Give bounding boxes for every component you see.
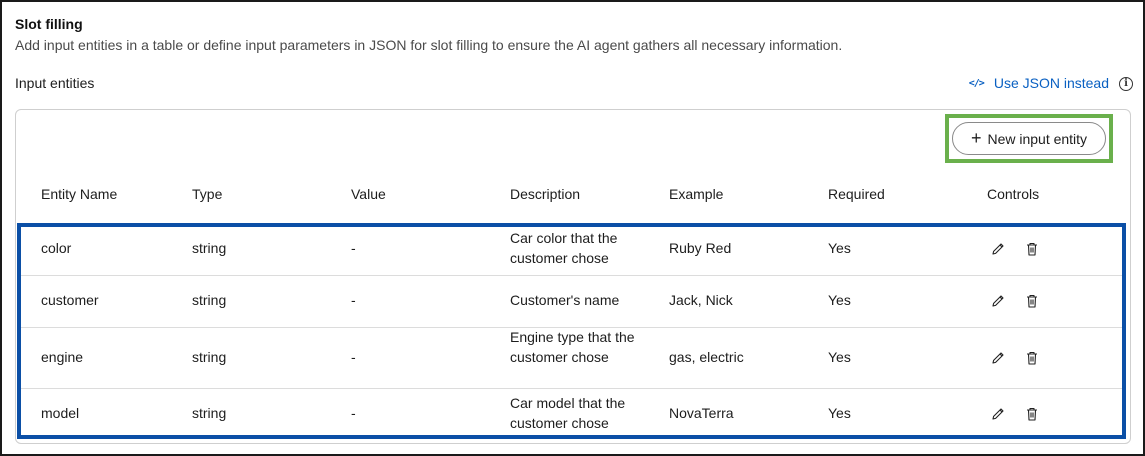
value-cell: - (351, 349, 356, 365)
type-cell: string (192, 349, 227, 365)
required-cell: Yes (828, 240, 851, 256)
example-cell: Jack, Nick (669, 292, 733, 308)
column-header-entity-name[interactable]: Entity Name (41, 186, 117, 202)
description-cell: Car color that the customer chose (510, 230, 618, 266)
column-header-type[interactable]: Type (192, 186, 222, 202)
example-cell: NovaTerra (669, 405, 734, 421)
use-json-link[interactable]: </> Use JSON instead (969, 75, 1109, 91)
code-icon: </> (968, 77, 985, 89)
description-cell: Car model that the customer chose (510, 395, 626, 431)
required-cell: Yes (828, 349, 851, 365)
type-cell: string (192, 405, 227, 421)
value-cell: - (351, 292, 356, 308)
edit-icon[interactable] (990, 241, 1006, 257)
new-input-entity-label: New input entity (987, 130, 1088, 147)
required-cell: Yes (828, 405, 851, 421)
entity-name-cell: engine (41, 349, 84, 365)
edit-icon[interactable] (990, 406, 1006, 422)
column-header-required[interactable]: Required (828, 186, 885, 202)
type-cell: string (192, 292, 227, 308)
edit-icon[interactable] (990, 350, 1006, 366)
use-json-label: Use JSON instead (993, 75, 1109, 91)
edit-icon[interactable] (990, 293, 1006, 309)
value-cell: - (351, 240, 356, 256)
description-cell: Engine type that the customer chose (510, 329, 635, 365)
delete-icon[interactable] (1024, 350, 1040, 366)
description-cell: Customer's name (510, 292, 620, 308)
delete-icon[interactable] (1024, 293, 1040, 309)
column-header-example[interactable]: Example (669, 186, 723, 202)
new-input-entity-button[interactable]: + New input entity (952, 122, 1106, 155)
plus-icon: + (970, 127, 982, 148)
section-title: Slot filling (15, 16, 83, 32)
column-header-value[interactable]: Value (351, 186, 386, 202)
column-header-controls: Controls (987, 186, 1040, 202)
entity-name-cell: model (41, 405, 80, 421)
section-description: Add input entities in a table or define … (15, 37, 843, 53)
required-cell: Yes (828, 292, 851, 308)
delete-icon[interactable] (1024, 241, 1040, 257)
info-icon[interactable]: i (1119, 77, 1133, 91)
entity-name-cell: customer (41, 292, 99, 308)
delete-icon[interactable] (1024, 406, 1040, 422)
value-cell: - (351, 405, 356, 421)
type-cell: string (192, 240, 227, 256)
column-header-description[interactable]: Description (510, 186, 580, 202)
entity-name-cell: color (41, 240, 72, 256)
example-cell: Ruby Red (669, 240, 732, 256)
input-entities-label: Input entities (15, 75, 95, 91)
example-cell: gas, electric (669, 349, 744, 365)
